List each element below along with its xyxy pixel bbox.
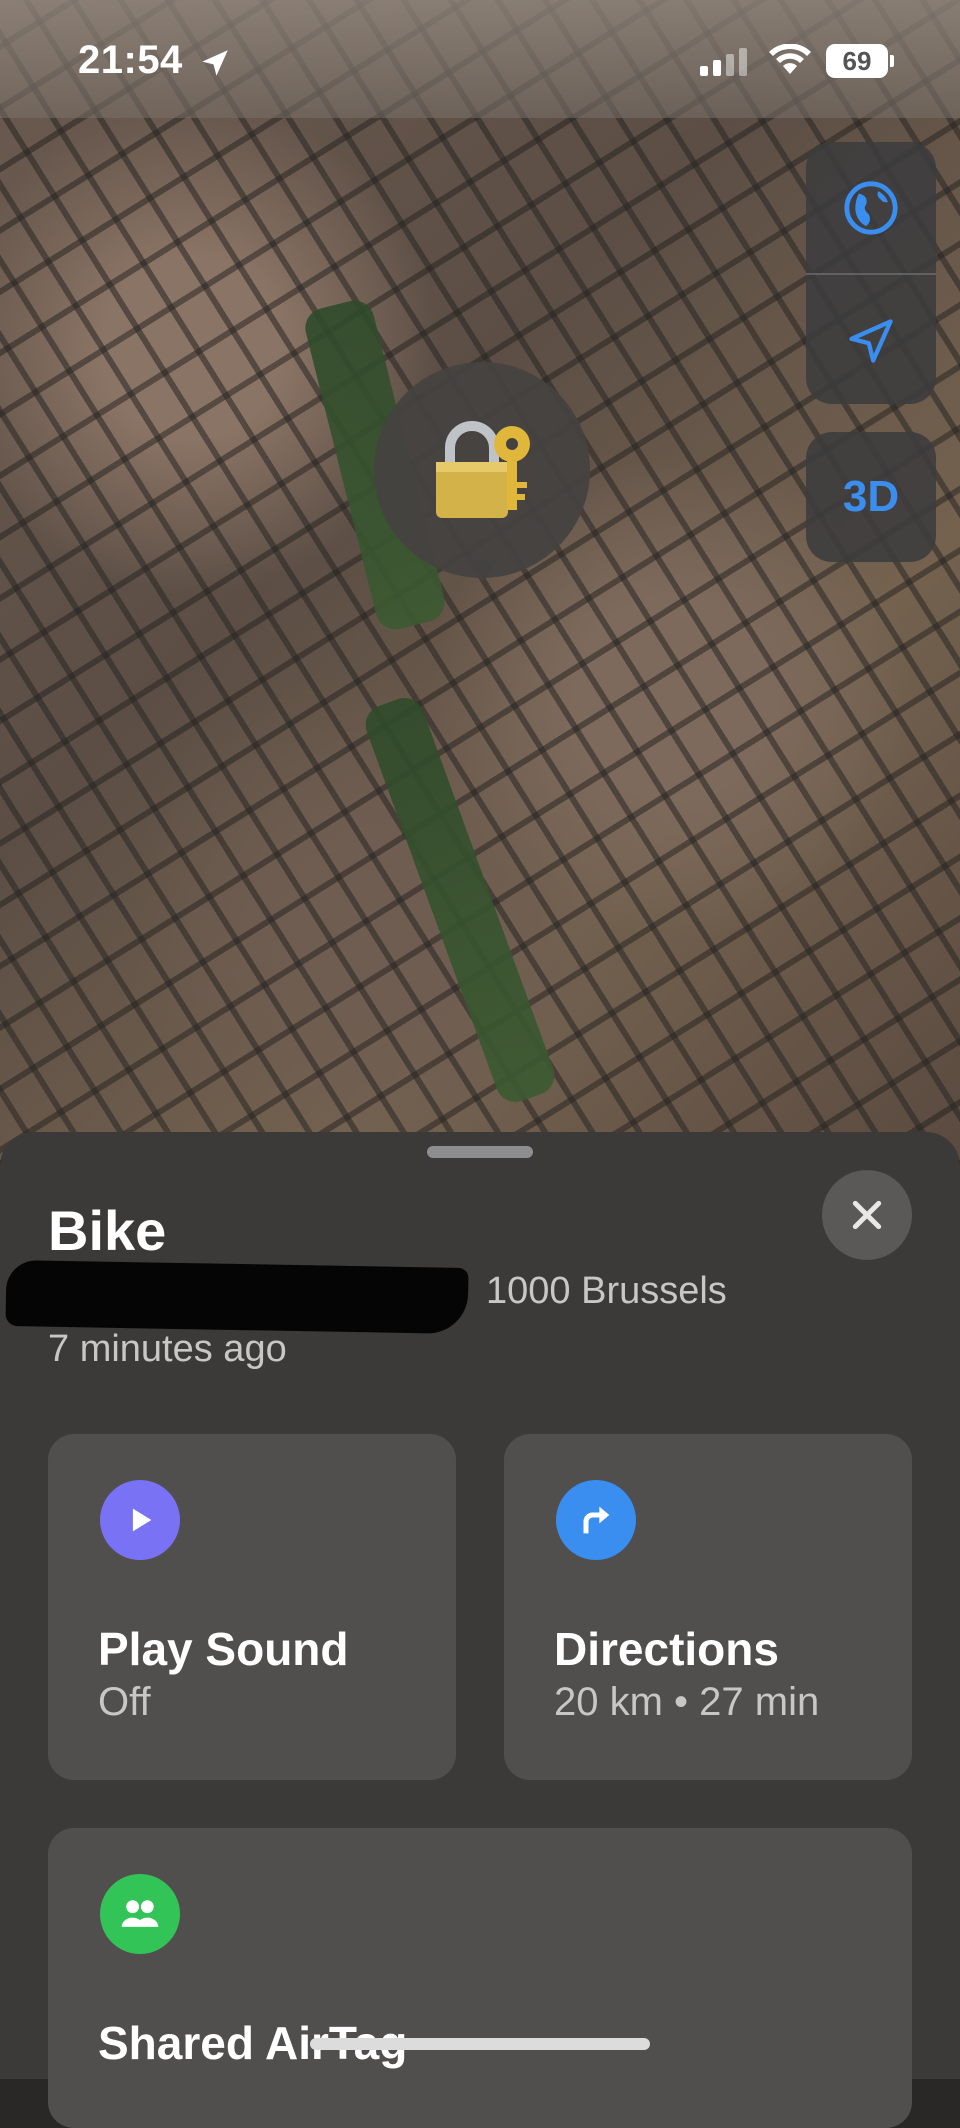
directions-title: Directions [554,1623,779,1675]
location-services-icon [202,50,228,76]
play-sound-title: Play Sound [98,1623,349,1675]
item-detail-sheet: Bike 1000 Brussels 7 minutes ago Play So… [0,1132,960,2128]
item-title: Bike [48,1199,167,1262]
people-icon [100,1874,180,1954]
play-sound-card[interactable]: Play Sound Off [48,1434,456,1780]
location-arrow-icon [849,318,893,363]
home-indicator[interactable] [310,2038,650,2050]
status-time: 21:54 [78,38,183,82]
turn-right-arrow-icon [556,1480,636,1560]
play-icon [100,1480,180,1560]
toggle-3d-button[interactable]: 3D [806,432,936,562]
redacted-street [5,1259,469,1335]
cellular-signal-icon [700,48,747,76]
directions-card[interactable]: Directions 20 km • 27 min [504,1434,912,1780]
play-sound-status: Off [98,1680,151,1724]
pin-pointer [466,560,498,582]
lock-with-key-icon [436,421,530,518]
status-bar: 21:54 69 [0,0,960,118]
close-icon [852,1200,882,1230]
close-button[interactable] [822,1170,912,1260]
directions-eta: 20 km • 27 min [554,1680,820,1724]
sheet-grabber[interactable] [427,1146,533,1158]
map-tree-row [359,692,561,1108]
battery-cap [890,55,894,67]
item-address: 1000 Brussels [486,1270,727,1312]
item-location-pin[interactable] [374,362,590,578]
map-type-button[interactable] [806,142,936,273]
last-updated: 7 minutes ago [48,1328,287,1370]
globe-icon [844,180,898,235]
battery-level: 69 [826,44,888,78]
wifi-icon [769,44,811,74]
shared-airtag-card[interactable]: Shared AirTag [48,1828,912,2128]
map-controls [806,142,936,404]
locate-button[interactable] [806,275,936,404]
